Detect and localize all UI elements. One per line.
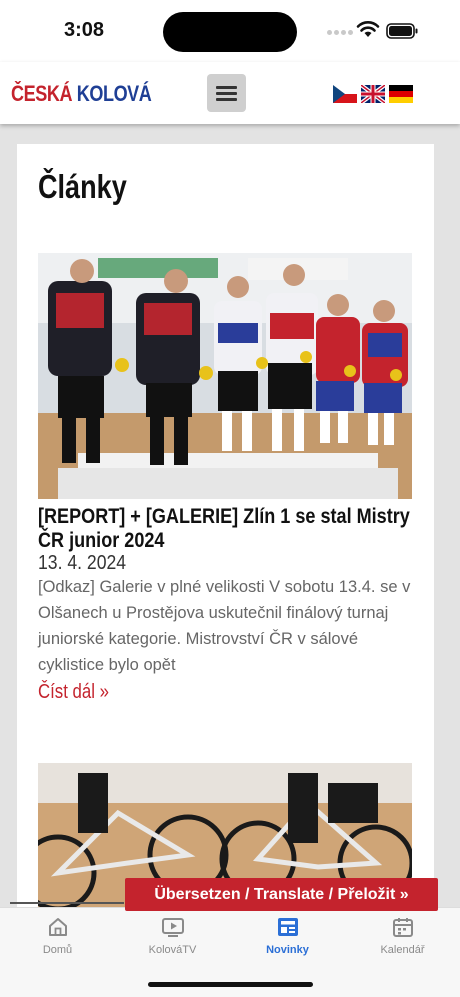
home-indicator: [148, 982, 313, 987]
menu-button[interactable]: [207, 74, 246, 112]
tab-label: Domů: [42, 944, 73, 956]
cellular-signal-icon: [327, 27, 355, 37]
tab-label: Novinky: [266, 944, 309, 956]
article-excerpt: [Odkaz] Galerie v plné velikosti V sobot…: [38, 578, 411, 674]
hamburger-line: [216, 98, 237, 101]
tab-novinky[interactable]: Novinky: [230, 916, 345, 956]
status-bar: 3:08: [0, 0, 460, 62]
status-time: 3:08: [64, 19, 105, 41]
site-header: ČESKÁ KOLOVÁ: [0, 62, 460, 124]
hamburger-line: [216, 92, 237, 95]
page-title: Články: [38, 168, 127, 205]
calendar-icon: [392, 918, 413, 937]
dynamic-island: [163, 12, 297, 52]
wifi-icon: [356, 21, 380, 37]
translate-button[interactable]: Übersetzen / Translate / Přeložit »: [125, 878, 438, 911]
home-icon: [48, 918, 67, 936]
uk-flag-icon[interactable]: [361, 85, 385, 103]
news-icon: [277, 918, 298, 936]
article-title-link[interactable]: [REPORT] + [GALERIE] Zlín 1 se stal Mist…: [38, 505, 416, 553]
video-icon: [161, 918, 184, 937]
czech-flag-icon[interactable]: [333, 85, 357, 103]
logo-word-ceska: ČESKÁ: [11, 81, 73, 106]
article-image[interactable]: [38, 253, 412, 499]
tab-home[interactable]: Domů: [0, 916, 115, 956]
logo-word-kolova: KOLOVÁ: [76, 81, 152, 106]
tab-kolovatv[interactable]: KolováTV: [115, 916, 230, 956]
hamburger-line: [216, 86, 237, 89]
podium-photo: [38, 253, 412, 499]
battery-icon: [386, 23, 418, 39]
site-logo[interactable]: ČESKÁ KOLOVÁ: [11, 81, 152, 107]
read-more-link[interactable]: Číst dál »: [38, 681, 109, 704]
tab-label: KolováTV: [148, 944, 197, 956]
tab-label: Kalendář: [380, 944, 425, 956]
scroll-indicator: [10, 902, 124, 904]
tab-kalendar[interactable]: Kalendář: [345, 916, 460, 956]
german-flag-icon[interactable]: [389, 85, 413, 103]
article-date: 13. 4. 2024: [38, 552, 127, 574]
